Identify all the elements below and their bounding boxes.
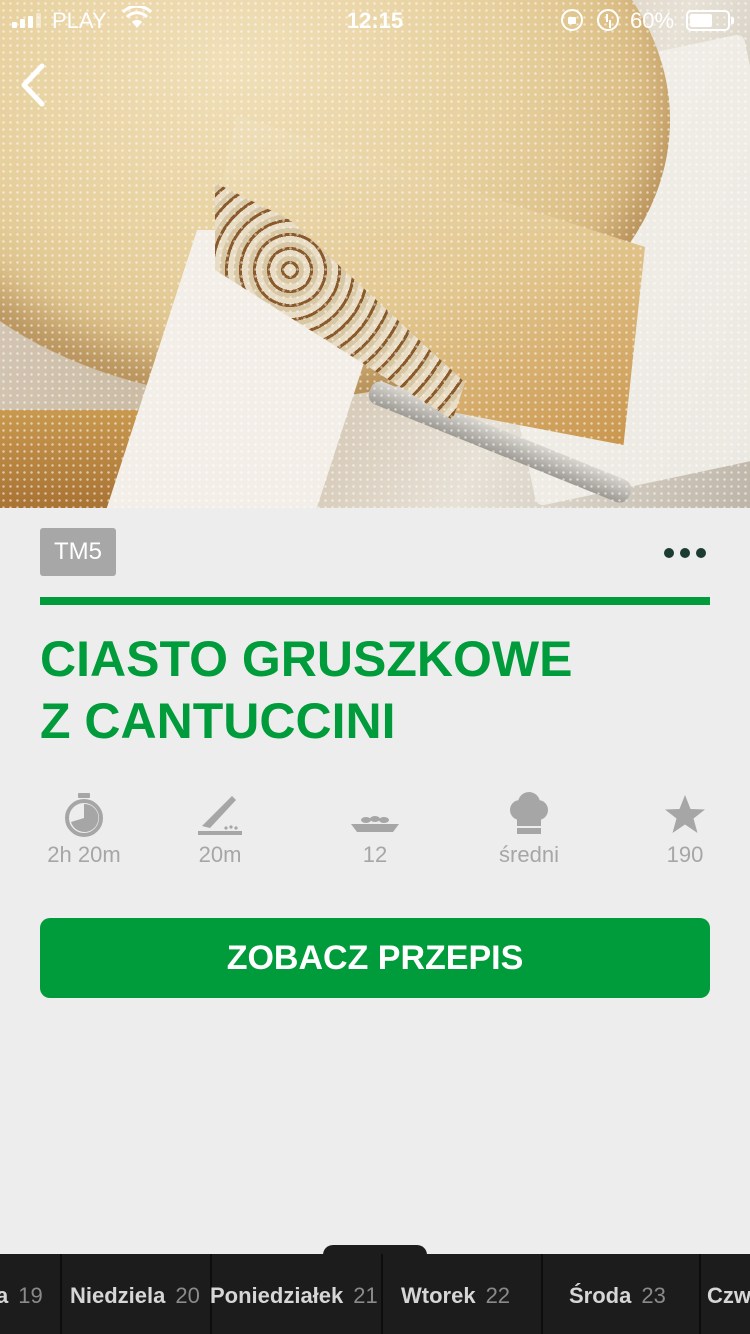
difficulty-value: średni (499, 842, 559, 867)
day-item[interactable]: a 19 (0, 1254, 43, 1334)
battery-level (690, 14, 712, 27)
chevron-left-icon[interactable] (14, 60, 54, 110)
recipe-title-line2: Z CANTUCCINI (40, 693, 396, 749)
battery-percent: 60% (630, 8, 675, 33)
day-separator (381, 1254, 383, 1334)
more-dots-icon[interactable] (660, 540, 710, 566)
total-time-stat: 2h 20m (24, 790, 144, 868)
view-recipe-button[interactable]: ZOBACZ PRZEPIS (40, 918, 710, 998)
difficulty-stat: średni (469, 790, 589, 868)
powdered-sugar (0, 0, 750, 508)
day-separator (60, 1254, 62, 1334)
total-time-value: 2h 20m (47, 842, 121, 867)
day-item[interactable]: Poniedziałek 21 (210, 1254, 378, 1334)
battery-icon (686, 10, 734, 31)
prep-time-stat: 20m (160, 790, 280, 868)
recipe-title: CIASTO GRUSZKOWE Z CANTUCCINI (40, 628, 710, 752)
recipe-photo (0, 0, 750, 508)
day-item[interactable]: Czw (707, 1254, 750, 1334)
servings-value: 12 (362, 842, 388, 867)
chef-hat-icon (510, 792, 548, 834)
stopwatch-icon (65, 793, 103, 837)
servings-stat: 12 (315, 790, 435, 868)
day-item[interactable]: Niedziela 20 (70, 1254, 200, 1334)
day-item[interactable]: Wtorek 22 (401, 1254, 510, 1334)
rating-count: 190 (666, 842, 704, 867)
day-separator (541, 1254, 543, 1334)
recipe-title-line1: CIASTO GRUSZKOWE (40, 631, 573, 687)
day-selector-bar: a 19 Niedziela 20 Poniedziałek 21 Wtorek 22 … (0, 1254, 750, 1334)
thermomix-model-badge: TM5 (40, 528, 116, 576)
prep-time-value: 20m (198, 842, 242, 867)
rating-stat: 190 (625, 790, 745, 868)
plate-icon (351, 816, 399, 832)
alarm-icon (597, 9, 619, 31)
knife-board-icon (198, 796, 242, 835)
day-separator (699, 1254, 701, 1334)
star-icon (665, 795, 705, 833)
day-item[interactable]: Środa 23 (569, 1254, 666, 1334)
status-bar: PLAY 12:15 60% (0, 0, 750, 40)
rotation-lock-icon (561, 9, 583, 31)
divider (40, 597, 710, 605)
